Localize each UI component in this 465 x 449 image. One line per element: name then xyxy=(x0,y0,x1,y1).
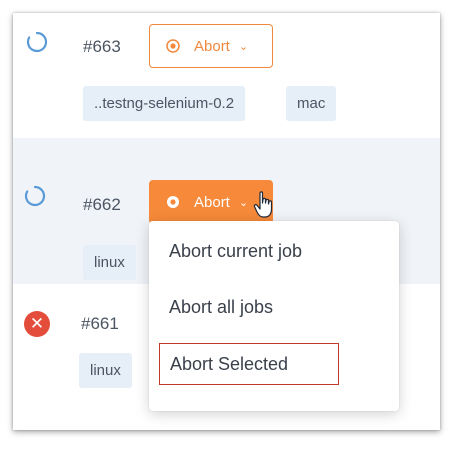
job-tag: ..testng-selenium-0.2 xyxy=(83,86,246,121)
spinner-icon xyxy=(26,31,48,53)
stop-circle-icon xyxy=(166,39,180,53)
job-row-663: #663 Abort ⌄ ..testng-selenium-0.2 mac xyxy=(13,13,440,138)
job-id[interactable]: #662 xyxy=(83,195,121,215)
pipeline-job-list: #663 Abort ⌄ ..testng-selenium-0.2 mac #… xyxy=(13,13,440,430)
menu-item-abort-all-jobs[interactable]: Abort all jobs xyxy=(169,297,273,318)
menu-item-abort-current-job[interactable]: Abort current job xyxy=(169,241,302,262)
menu-item-abort-selected[interactable]: Abort Selected xyxy=(159,343,339,385)
chevron-down-icon: ⌄ xyxy=(238,40,249,53)
hand-cursor-icon xyxy=(252,190,276,220)
abort-button-label: Abort xyxy=(194,37,230,55)
job-id[interactable]: #663 xyxy=(83,37,121,57)
error-x-icon: ✕ xyxy=(24,311,50,337)
job-tag: mac xyxy=(286,86,337,121)
spinner-icon xyxy=(24,185,46,207)
job-id[interactable]: #661 xyxy=(81,314,119,334)
job-tag: linux xyxy=(83,245,136,280)
abort-button[interactable]: Abort ⌄ xyxy=(149,24,273,68)
abort-dropdown-menu: Abort current job Abort all jobs Abort S… xyxy=(149,221,399,411)
job-tag: linux xyxy=(79,353,132,388)
chevron-down-icon: ⌄ xyxy=(238,196,249,209)
stop-circle-icon xyxy=(166,195,180,209)
abort-button-label: Abort xyxy=(194,193,230,211)
